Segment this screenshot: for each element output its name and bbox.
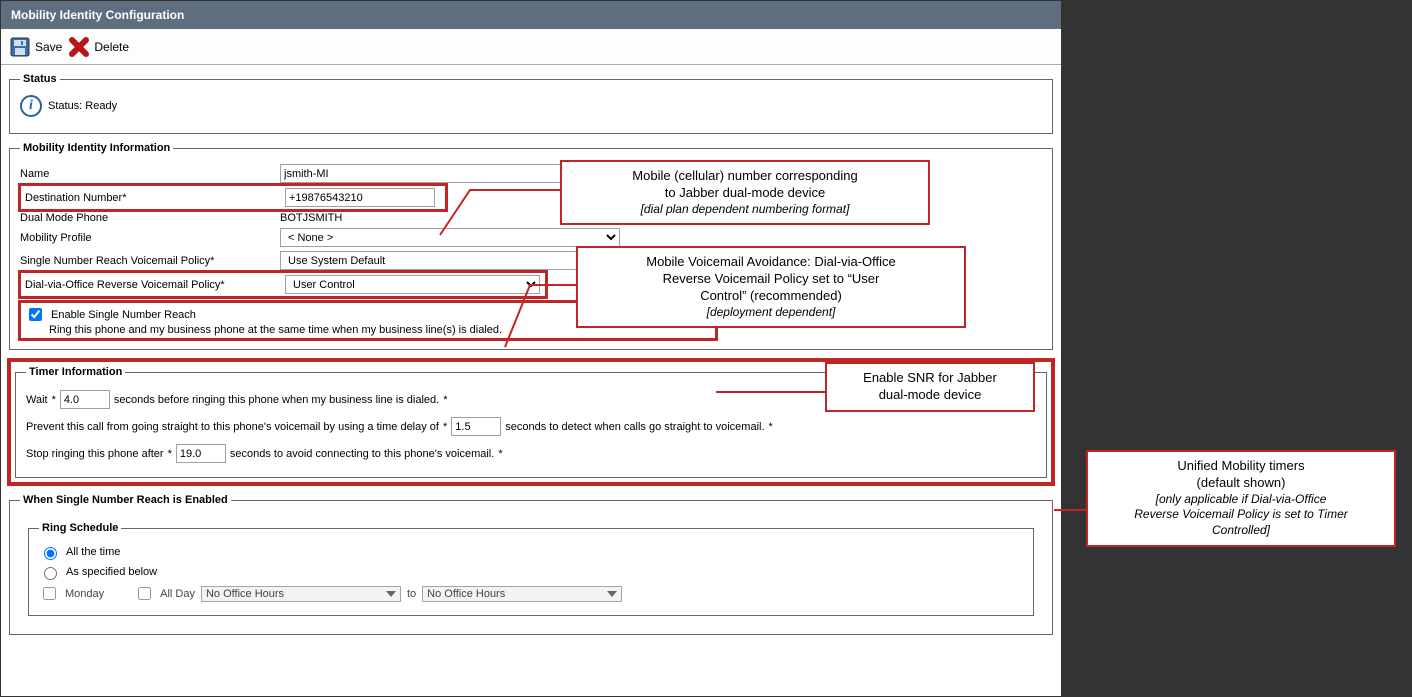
prev-pre: Prevent this call from going straight to… [26,421,439,433]
monday-checkbox[interactable] [43,587,56,600]
delete-button[interactable]: Delete [68,36,129,58]
status-fieldset: Status i Status: Ready [9,73,1053,134]
dualmode-label: Dual Mode Phone [20,212,280,224]
window-title: Mobility Identity Configuration [1,1,1061,29]
from-select[interactable]: No Office Hours [201,586,401,602]
ring-schedule-fieldset: Ring Schedule All the time As specified … [28,522,1034,616]
stop-pre: Stop ringing this phone after [26,448,164,460]
timer-legend: Timer Information [26,366,125,378]
to-label: to [407,588,416,600]
delete-icon [68,36,90,58]
name-label: Name [20,168,280,180]
toolbar: Save Delete [1,29,1061,65]
dualmode-value: BOTJSMITH [280,212,342,224]
ring-asspec-label: As specified below [66,566,157,578]
snr-enabled-legend: When Single Number Reach is Enabled [20,494,231,506]
dvorp-row-highlight: Dial-via-Office Reverse Voicemail Policy… [18,270,548,299]
stop-input[interactable] [176,444,226,463]
snr-enable-label: Enable Single Number Reach [51,309,196,321]
identity-legend: Mobility Identity Information [20,142,173,154]
prev-input[interactable] [451,417,501,436]
chevron-down-icon [386,591,396,597]
ring-alltime-radio[interactable] [44,547,57,560]
destination-input[interactable] [285,188,435,207]
chevron-down-icon [607,591,617,597]
wait-post: seconds before ringing this phone when m… [114,394,439,406]
ring-alltime-label: All the time [66,546,120,558]
callout-mobile-number: Mobile (cellular) number corresponding t… [560,160,930,225]
monday-label: Monday [65,588,104,600]
snr-enable-checkbox[interactable] [29,308,42,321]
delete-label: Delete [94,40,129,54]
allday-label: All Day [160,588,195,600]
prev-post: seconds to detect when calls go straight… [505,421,764,433]
callout-voicemail-avoidance: Mobile Voicemail Avoidance: Dial-via-Off… [576,246,966,328]
save-button[interactable]: Save [9,36,62,58]
destination-row-highlight: Destination Number [18,183,448,212]
save-icon [9,36,31,58]
wait-input[interactable] [60,390,110,409]
status-legend: Status [20,73,60,85]
allday-checkbox[interactable] [138,587,151,600]
status-text: Status: Ready [48,100,117,112]
connector-line [716,382,831,402]
callout-enable-snr: Enable SNR for Jabber dual-mode device [825,362,1035,412]
snrvp-select[interactable]: Use System Default [280,251,620,270]
save-label: Save [35,40,62,54]
stop-post: seconds to avoid connecting to this phon… [230,448,494,460]
to-select[interactable]: No Office Hours [422,586,622,602]
callout-timers: Unified Mobility timers (default shown) … [1086,450,1396,547]
dvorp-label: Dial-via-Office Reverse Voicemail Policy [25,279,285,291]
snr-enabled-fieldset: When Single Number Reach is Enabled Ring… [9,494,1053,635]
info-icon: i [20,95,42,117]
ring-asspec-radio[interactable] [44,567,57,580]
profile-label: Mobility Profile [20,232,280,244]
snrvp-label: Single Number Reach Voicemail Policy [20,255,280,267]
wait-pre: Wait [26,394,48,406]
destination-label: Destination Number [25,192,285,204]
connector-line [430,175,565,245]
ring-schedule-legend: Ring Schedule [39,522,121,534]
connector-line [500,275,580,355]
